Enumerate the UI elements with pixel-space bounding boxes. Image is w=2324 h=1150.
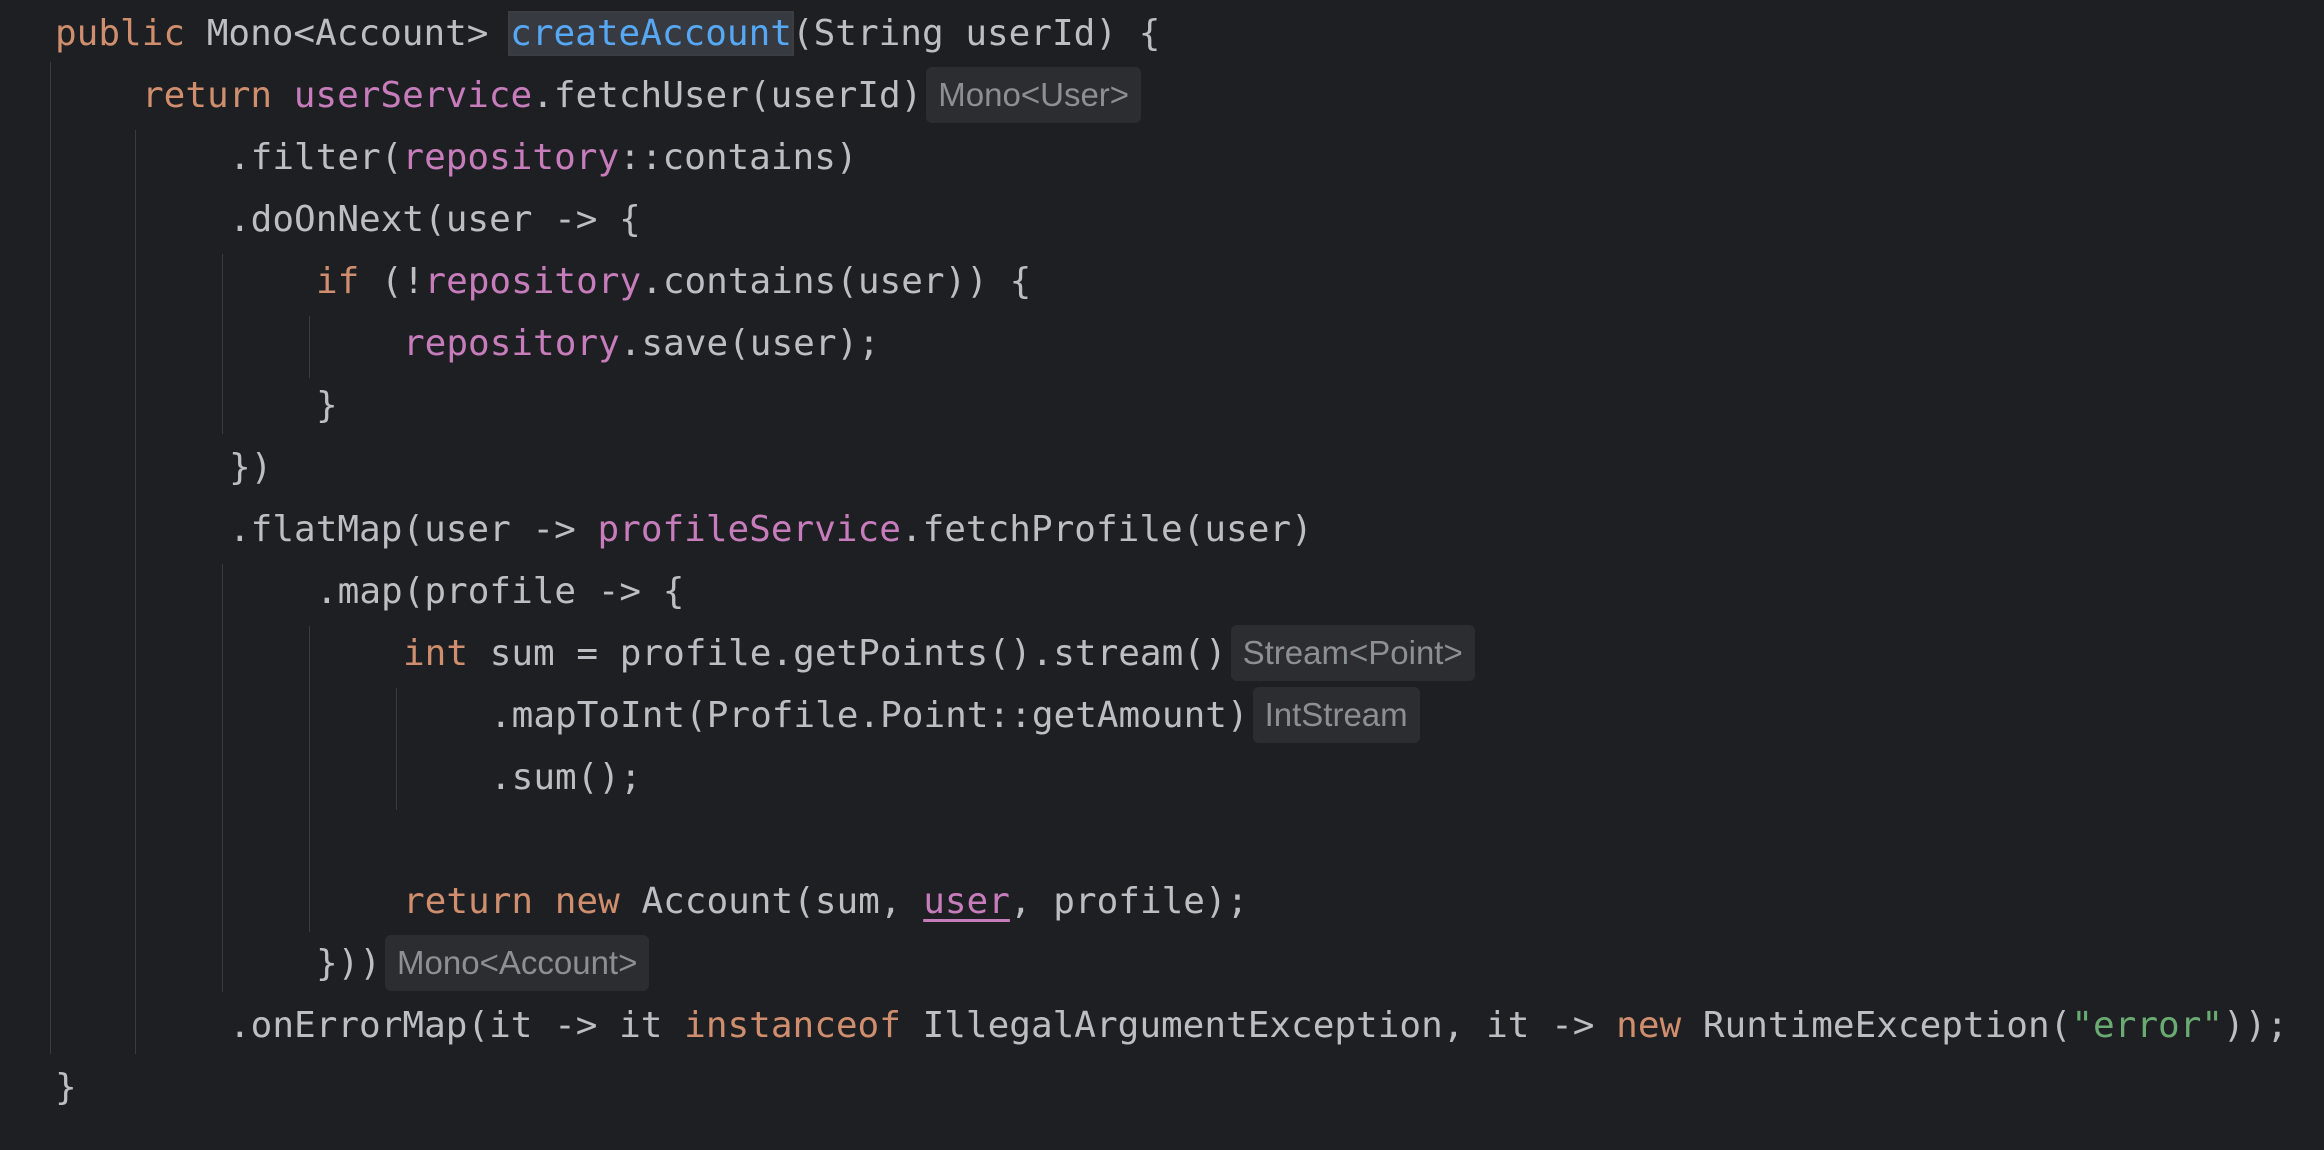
code-editor[interactable]: public Mono<Account> createAccount(Strin… — [0, 0, 2324, 1150]
keyword-new: new — [554, 881, 620, 922]
variable-user[interactable]: user — [923, 881, 1010, 922]
code-text: })) — [316, 943, 382, 984]
indent-guide — [309, 626, 310, 932]
method-name-create-account[interactable]: createAccount — [510, 13, 792, 54]
type-inlay-hint: IntStream — [1252, 687, 1420, 743]
code-text: .fetchProfile(user) — [900, 509, 1313, 550]
field-repository: repository — [402, 137, 620, 178]
field-profile-service: profileService — [597, 509, 901, 550]
field-repository: repository — [403, 323, 620, 364]
code-line-15[interactable]: return new Account(sum, user, profile); — [403, 871, 1248, 933]
method-params: (String userId) { — [791, 13, 1161, 54]
code-line-5[interactable]: if (!repository.contains(user)) { — [316, 251, 1031, 313]
code-text: , profile); — [1009, 881, 1249, 922]
code-text: sum = profile.getPoints().stream() — [468, 633, 1227, 674]
indent-guide — [135, 130, 136, 1054]
code-text: .sum(); — [490, 757, 642, 798]
keyword-return: return — [142, 75, 273, 116]
type-inlay-hint: Stream<Point> — [1230, 625, 1475, 681]
code-line-6[interactable]: repository.save(user); — [403, 313, 880, 375]
code-text: ::contains) — [619, 137, 858, 178]
type-inlay-hint: Mono<Account> — [385, 935, 650, 991]
indent-guide — [309, 316, 310, 378]
code-text: (! — [359, 261, 425, 302]
code-line-13[interactable]: .sum(); — [490, 747, 642, 809]
code-text: )); — [2223, 1005, 2289, 1046]
code-line-12[interactable]: .mapToInt(Profile.Point::getAmount) IntSt… — [490, 685, 1420, 747]
code-line-2[interactable]: return userService.fetchUser(userId) Mono… — [142, 65, 1142, 127]
code-text: }) — [229, 447, 273, 488]
code-line-4[interactable]: .doOnNext(user -> { — [229, 189, 641, 251]
code-text: RuntimeException( — [1681, 1005, 2072, 1046]
code-text: .save(user); — [619, 323, 880, 364]
return-type: Mono<Account> — [185, 13, 511, 54]
keyword-instanceof: instanceof — [684, 1005, 901, 1046]
code-text: .onErrorMap(it -> it — [229, 1005, 685, 1046]
code-text: .mapToInt(Profile.Point::getAmount) — [490, 695, 1249, 736]
field-user-service: userService — [293, 75, 533, 116]
code-line-10[interactable]: .map(profile -> { — [316, 561, 684, 623]
code-text: .filter( — [229, 137, 403, 178]
keyword-public: public — [55, 13, 186, 54]
code-line-17[interactable]: .onErrorMap(it -> it instanceof IllegalA… — [229, 995, 2288, 1057]
code-line-9[interactable]: .flatMap(user -> profileService.fetchPro… — [229, 499, 1313, 561]
code-text: .map(profile -> { — [316, 571, 685, 612]
code-line-16[interactable]: })) Mono<Account> — [316, 933, 650, 995]
keyword-new: new — [1616, 1005, 1682, 1046]
code-text: .fetchUser(userId) — [532, 75, 923, 116]
code-line-18[interactable]: } — [55, 1057, 77, 1119]
code-text: .contains(user)) { — [641, 261, 1032, 302]
code-line-1[interactable]: public Mono<Account> createAccount(Strin… — [55, 3, 1160, 65]
indent-guide — [50, 62, 51, 1054]
code-text: IllegalArgumentException, it -> — [900, 1005, 1617, 1046]
keyword-if: if — [316, 261, 360, 302]
code-text: .doOnNext(user -> { — [229, 199, 641, 240]
type-inlay-hint: Mono<User> — [926, 67, 1142, 123]
code-line-3[interactable]: .filter(repository::contains) — [229, 127, 858, 189]
indent-guide — [222, 564, 223, 992]
code-text: } — [316, 385, 338, 426]
indent-guide — [222, 254, 223, 434]
code-text: } — [55, 1067, 77, 1108]
indent-guide — [396, 688, 397, 810]
string-literal: "error" — [2071, 1005, 2224, 1046]
keyword-return: return — [403, 881, 534, 922]
code-line-7[interactable]: } — [316, 375, 338, 437]
code-line-8[interactable]: }) — [229, 437, 272, 499]
keyword-int: int — [403, 633, 469, 674]
field-repository: repository — [424, 261, 642, 302]
code-line-11[interactable]: int sum = profile.getPoints().stream() St… — [403, 623, 1475, 685]
code-text: .flatMap(user -> — [229, 509, 598, 550]
code-text: Account(sum, — [619, 881, 924, 922]
